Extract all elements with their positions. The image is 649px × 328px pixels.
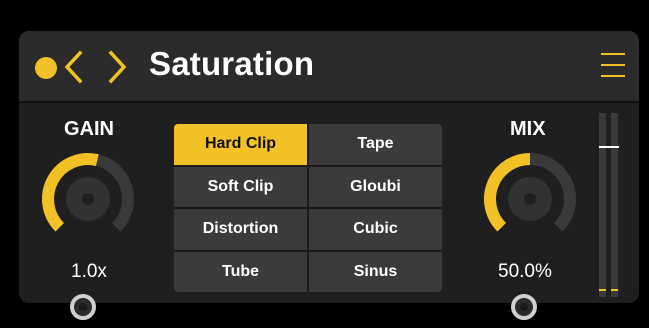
meter-bar-right bbox=[611, 113, 618, 297]
meter-level-right bbox=[611, 289, 618, 291]
algorithm-button-tube[interactable]: Tube bbox=[174, 251, 307, 292]
mix-knob-center bbox=[524, 193, 536, 205]
output-meter bbox=[599, 113, 619, 297]
algorithm-grid: Hard Clip Tape Soft Clip Gloubi Distortion Cu… bbox=[174, 124, 442, 292]
plugin-header: Saturation bbox=[19, 31, 639, 101]
mix-knob[interactable] bbox=[474, 143, 586, 255]
header-divider bbox=[19, 101, 639, 103]
algorithm-button-cubic[interactable]: Cubic bbox=[309, 209, 442, 250]
gain-knob-center bbox=[82, 193, 94, 205]
gain-mod-ring[interactable] bbox=[70, 294, 96, 320]
gain-value: 1.0x bbox=[71, 261, 107, 282]
meter-bar-left bbox=[599, 113, 606, 297]
mix-mod-ring[interactable] bbox=[511, 294, 537, 320]
hamburger-menu-icon[interactable] bbox=[601, 50, 625, 80]
algorithm-button-gloubi[interactable]: Gloubi bbox=[309, 166, 442, 207]
algorithm-button-hard-clip[interactable]: Hard Clip bbox=[174, 124, 307, 165]
plugin-title: Saturation bbox=[149, 45, 315, 82]
gain-knob[interactable] bbox=[32, 143, 144, 255]
meter-level-left bbox=[599, 289, 606, 291]
meter-peak-marker bbox=[599, 146, 619, 148]
power-icon[interactable] bbox=[35, 57, 57, 79]
plugin-panel: Saturation GAIN 1.0x Hard Clip Tape Soft C… bbox=[19, 31, 639, 303]
mix-label: MIX bbox=[510, 118, 546, 140]
chevron-left-icon[interactable] bbox=[63, 47, 83, 87]
algorithm-button-tape[interactable]: Tape bbox=[309, 124, 442, 165]
algorithm-button-distortion[interactable]: Distortion bbox=[174, 209, 307, 250]
algorithm-button-soft-clip[interactable]: Soft Clip bbox=[174, 166, 307, 207]
algorithm-button-sinus[interactable]: Sinus bbox=[309, 251, 442, 292]
gain-label: GAIN bbox=[64, 118, 114, 140]
mix-value: 50.0% bbox=[498, 261, 552, 282]
chevron-right-icon[interactable] bbox=[108, 47, 128, 87]
